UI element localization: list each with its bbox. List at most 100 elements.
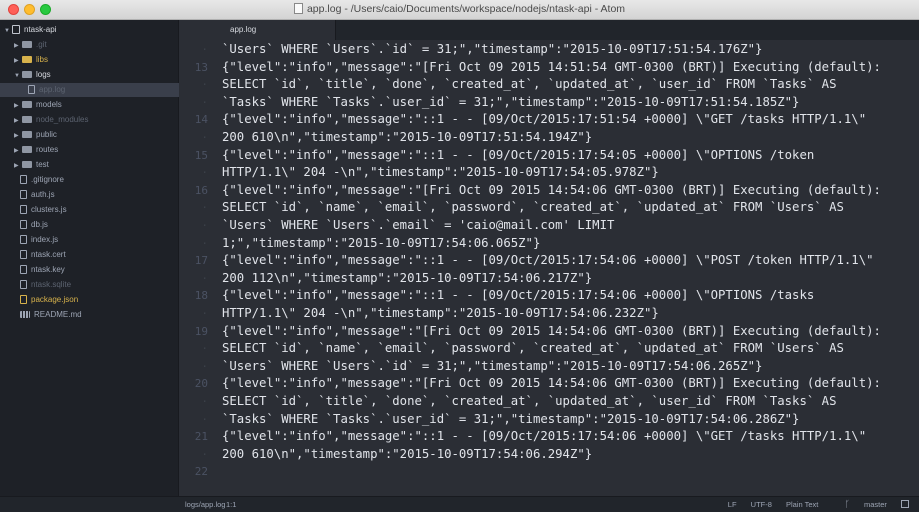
tree-item-db-js[interactable]: db.js xyxy=(0,218,179,232)
tree-item-label: test xyxy=(36,160,49,169)
line-number: 22 xyxy=(194,465,208,479)
tree-item-index-js[interactable]: index.js xyxy=(0,233,179,247)
editor-line[interactable]: · `Tasks` WHERE `Tasks`.`user_id` = 31;",… xyxy=(180,411,919,428)
tab-label: app.log xyxy=(230,25,257,34)
line-text: HTTP/1.1\" 204 -\n","timestamp":"2015-10… xyxy=(222,306,659,320)
tree-item-gitignore[interactable]: .gitignore xyxy=(0,173,179,187)
tree-item-test[interactable]: ▶ test xyxy=(0,158,179,172)
status-branch[interactable]: ᚴ master xyxy=(832,499,886,509)
tree-item-git[interactable]: ▶ .git xyxy=(0,38,179,52)
folder-icon xyxy=(22,56,32,63)
folder-icon xyxy=(22,71,32,78)
tree-item-label: models xyxy=(36,100,62,109)
tree-root-ntask-api[interactable]: ▼ ntask-api xyxy=(0,23,179,37)
tree-view: ▼ ntask-api ▶ .git ▶ libs ▼ logs app.log ▶ models… xyxy=(0,20,179,496)
editor-line[interactable]: · SELECT `id`, `title`, `done`, `created_… xyxy=(180,76,919,93)
tree-item-label: logs xyxy=(36,70,51,79)
editor-line[interactable]: · 200 112\n","timestamp":"2015-10-09T17:5… xyxy=(180,270,919,287)
editor-line[interactable]: 15 {"level":"info","message":"::1 - - [09… xyxy=(180,147,919,164)
status-cursor-position[interactable]: 1:1 xyxy=(226,497,236,512)
file-icon xyxy=(20,205,27,214)
file-icon xyxy=(20,250,27,259)
window-title-text: app.log - /Users/caio/Documents/workspac… xyxy=(306,3,626,15)
editor-line[interactable]: 18 {"level":"info","message":"::1 - - [09… xyxy=(180,287,919,304)
editor-line[interactable]: 17 {"level":"info","message":"::1 - - [09… xyxy=(180,252,919,269)
status-line-ending[interactable]: LF xyxy=(728,500,737,509)
line-text: SELECT `id`, `title`, `done`, `created_a… xyxy=(222,77,837,92)
line-number: 15 xyxy=(194,148,208,162)
editor-line[interactable]: · HTTP/1.1\" 204 -\n","timestamp":"2015-1… xyxy=(180,305,919,322)
editor-line[interactable]: · 1;","timestamp":"2015-10-09T17:54:06.06… xyxy=(180,235,919,252)
tree-item-label: README.md xyxy=(34,310,82,319)
editor-line[interactable]: · 200 610\n","timestamp":"2015-10-09T17:5… xyxy=(180,446,919,463)
file-icon xyxy=(20,235,27,244)
tree-item-models[interactable]: ▶ models xyxy=(0,98,179,112)
repo-icon xyxy=(12,25,20,34)
tree-item-auth-js[interactable]: auth.js xyxy=(0,188,179,202)
tree-item-app-log[interactable]: app.log xyxy=(0,83,179,97)
tree-item-label: auth.js xyxy=(31,190,55,199)
editor-line[interactable]: · 200 610\n","timestamp":"2015-10-09T17:5… xyxy=(180,129,919,146)
line-text: {"level":"info","message":"::1 - - [09/O… xyxy=(222,429,867,444)
line-number: 14 xyxy=(194,113,208,127)
line-text: `Users` WHERE `Users`.`id` = 31;","times… xyxy=(222,42,763,56)
line-text: {"level":"info","message":"[Fri Oct 09 2… xyxy=(222,323,881,338)
line-text: {"level":"info","message":"[Fri Oct 09 2… xyxy=(222,182,881,197)
line-number: 21 xyxy=(194,430,208,444)
file-icon xyxy=(20,175,27,184)
status-encoding[interactable]: UTF-8 xyxy=(751,500,772,509)
editor-line[interactable]: · SELECT `id`, `title`, `done`, `created_… xyxy=(180,393,919,410)
tree-item-clusters-js[interactable]: clusters.js xyxy=(0,203,179,217)
tree-item-label: index.js xyxy=(31,235,59,244)
status-file-path[interactable]: logs/app.log xyxy=(185,497,225,512)
tree-item-label: ntask.cert xyxy=(31,250,66,259)
editor-line[interactable]: · `Users` WHERE `Users`.`id` = 31;","time… xyxy=(180,358,919,375)
status-grammar[interactable]: Plain Text xyxy=(786,500,818,509)
editor-line[interactable]: 22 xyxy=(180,463,919,480)
tab-app-log[interactable]: app.log xyxy=(180,20,336,40)
editor-line[interactable]: · SELECT `id`, `name`, `email`, `password… xyxy=(180,340,919,357)
folder-icon xyxy=(22,131,32,138)
editor-line[interactable]: 20 {"level":"info","message":"[Fri Oct 09… xyxy=(180,375,919,392)
tree-item-public[interactable]: ▶ public xyxy=(0,128,179,142)
book-icon xyxy=(20,311,30,318)
editor-line[interactable]: · SELECT `id`, `name`, `email`, `password… xyxy=(180,199,919,216)
text-editor[interactable]: · `Users` WHERE `Users`.`id` = 31;","time… xyxy=(180,40,919,496)
tree-item-logs[interactable]: ▼ logs xyxy=(0,68,179,82)
tree-item-ntask-key[interactable]: ntask.key xyxy=(0,263,179,277)
line-number: · xyxy=(201,359,208,373)
editor-line[interactable]: 19 {"level":"info","message":"[Fri Oct 09… xyxy=(180,323,919,340)
tree-item-readme-md[interactable]: README.md xyxy=(0,308,179,322)
file-icon xyxy=(20,280,27,289)
tree-item-node-modules[interactable]: ▶ node_modules xyxy=(0,113,179,127)
editor-line[interactable]: · HTTP/1.1\" 204 -\n","timestamp":"2015-1… xyxy=(180,164,919,181)
folder-icon xyxy=(22,161,32,168)
line-number: 19 xyxy=(194,324,208,338)
line-number: · xyxy=(201,271,208,285)
tree-item-label: routes xyxy=(36,145,59,154)
tree-item-label: node_modules xyxy=(36,115,89,124)
line-number: 18 xyxy=(194,289,208,303)
editor-line[interactable]: 16 {"level":"info","message":"[Fri Oct 09… xyxy=(180,182,919,199)
editor-line[interactable]: 13 {"level":"info","message":"[Fri Oct 09… xyxy=(180,59,919,76)
line-text: 200 112\n","timestamp":"2015-10-09T17:54… xyxy=(222,270,593,285)
editor-line[interactable]: · `Users` WHERE `Users`.`id` = 31;","time… xyxy=(180,41,919,58)
editor-line[interactable]: 14 {"level":"info","message":"::1 - - [09… xyxy=(180,111,919,128)
tree-item-routes[interactable]: ▶ routes xyxy=(0,143,179,157)
tree-item-ntask-cert[interactable]: ntask.cert xyxy=(0,248,179,262)
tree-item-ntask-sqlite[interactable]: ntask.sqlite xyxy=(0,278,179,292)
chevron-right-icon: ▶ xyxy=(14,133,19,139)
tree-item-package-json[interactable]: package.json xyxy=(0,293,179,307)
folder-icon xyxy=(22,146,32,153)
tree-item-label: .gitignore xyxy=(31,175,64,184)
editor-line[interactable]: · `Tasks` WHERE `Tasks`.`user_id` = 31;",… xyxy=(180,94,919,111)
editor-line[interactable]: · `Users` WHERE `Users`.`email` = 'caio@m… xyxy=(180,217,919,234)
github-icon[interactable] xyxy=(901,500,909,508)
editor-line[interactable]: 21 {"level":"info","message":"::1 - - [09… xyxy=(180,428,919,445)
line-number: · xyxy=(201,201,208,215)
line-number: 13 xyxy=(194,60,208,74)
file-icon xyxy=(20,295,27,304)
file-icon xyxy=(20,190,27,199)
tree-item-libs[interactable]: ▶ libs xyxy=(0,53,179,67)
chevron-right-icon: ▶ xyxy=(14,58,19,64)
